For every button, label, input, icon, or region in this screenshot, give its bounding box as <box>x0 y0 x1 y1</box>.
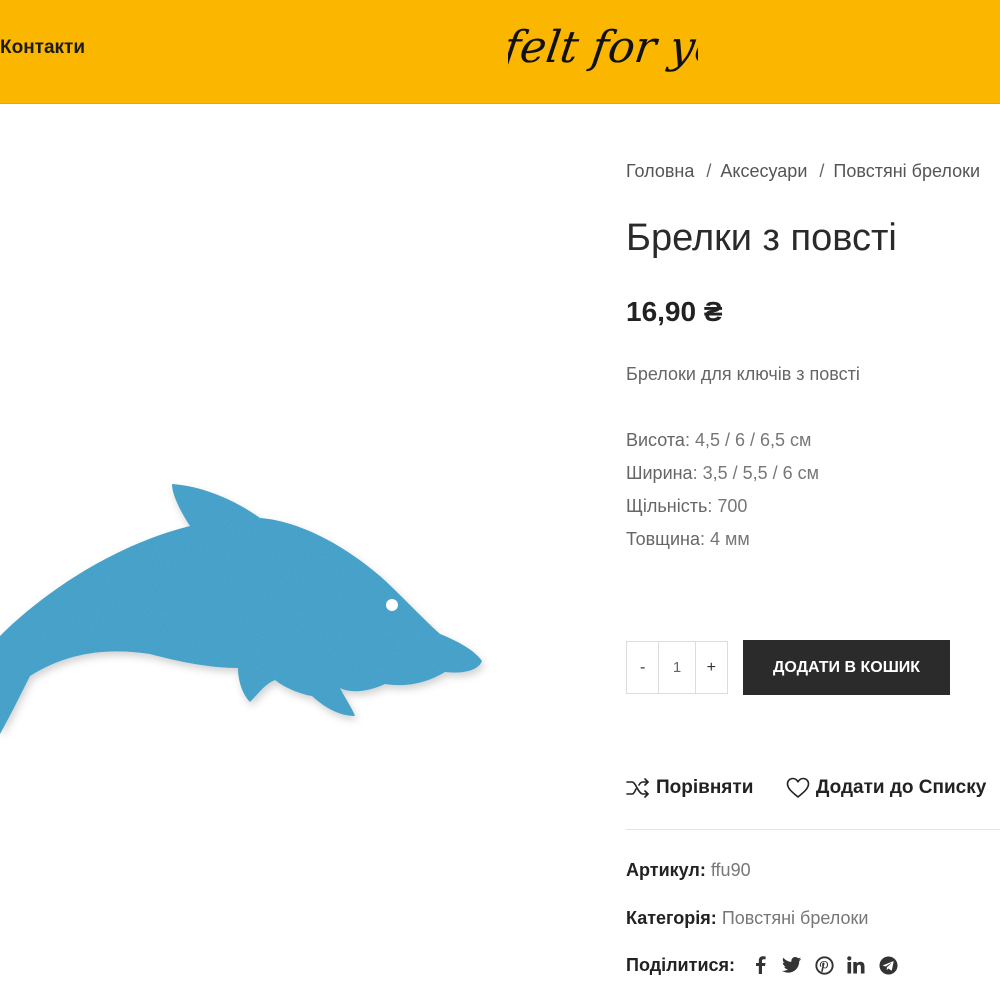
quantity-plus-button[interactable]: + <box>696 642 727 693</box>
product-specs: Висота: 4,5 / 6 / 6,5 см Ширина: 3,5 / 5… <box>626 424 819 556</box>
spec-value: 4 мм <box>710 529 750 549</box>
quantity-stepper: - 1 + <box>626 641 728 694</box>
category-link[interactable]: Повстяні брелоки <box>722 908 869 928</box>
spec-value: 700 <box>717 496 748 516</box>
quantity-minus-button[interactable]: - <box>627 642 658 693</box>
wishlist-label: Додати до Списку <box>815 777 987 798</box>
add-to-cart-button[interactable]: ДОДАТИ В КОШИК <box>743 640 950 695</box>
category-label: Категорія: <box>626 908 717 928</box>
spec-row-thickness: Товщина: 4 мм <box>626 529 750 549</box>
linkedin-icon[interactable] <box>845 954 867 976</box>
nav-link-contacts[interactable]: Контакти <box>0 37 85 59</box>
heart-icon <box>786 777 810 798</box>
breadcrumb-home[interactable]: Головна <box>626 161 694 181</box>
breadcrumb-separator: / <box>819 161 825 181</box>
facebook-icon[interactable] <box>749 954 771 976</box>
spec-value: 3,5 / 5,5 / 6 см <box>702 463 820 483</box>
spec-key: Ширина <box>626 463 693 483</box>
spec-key: Щільність <box>626 496 708 516</box>
add-to-wishlist-button[interactable]: Додати до Списку <box>786 777 986 799</box>
spec-row-density: Щільність: 700 <box>626 496 748 516</box>
sku-value: ffu90 <box>710 860 751 880</box>
quantity-input[interactable]: 1 <box>658 642 696 693</box>
product-price: 16,90 ₴ <box>626 296 723 327</box>
breadcrumb-felt-keychains[interactable]: Повстяні брелоки <box>833 161 980 181</box>
spec-key: Товщина <box>626 529 700 549</box>
spec-key: Висота <box>626 430 685 450</box>
product-summary: Головна / Аксесуари / Повстяні брелоки Брелк… <box>626 0 1000 1000</box>
spec-row-width: Ширина: 3,5 / 5,5 / 6 см <box>626 463 820 483</box>
breadcrumb-accessories[interactable]: Аксесуари <box>720 161 807 181</box>
pinterest-icon[interactable] <box>813 954 835 976</box>
product-actions: Порівняти Додати до Списку <box>626 777 1000 807</box>
telegram-icon[interactable] <box>877 954 899 976</box>
product-sku: Артикул: ffu90 <box>626 860 751 881</box>
product-image[interactable] <box>0 276 582 1000</box>
product-category: Категорія: Повстяні брелоки <box>626 908 868 929</box>
twitter-icon[interactable] <box>781 954 803 976</box>
shuffle-icon <box>626 778 649 798</box>
divider <box>626 829 1000 830</box>
compare-label: Порівняти <box>656 777 754 798</box>
compare-button[interactable]: Порівняти <box>626 777 753 799</box>
dolphin-keychain-icon <box>0 484 482 734</box>
share-row: Поділитися: <box>626 954 909 976</box>
product-title: Брелки з повсті <box>626 217 897 259</box>
spec-value: 4,5 / 6 / 6,5 см <box>694 430 812 450</box>
spec-row-height: Висота: 4,5 / 6 / 6,5 см <box>626 430 812 450</box>
breadcrumb: Головна / Аксесуари / Повстяні брелоки <box>626 161 980 182</box>
product-short-description: Брелоки для ключів з повсті <box>626 364 860 384</box>
sku-label: Артикул: <box>626 860 706 880</box>
share-label: Поділитися: <box>626 954 736 975</box>
breadcrumb-separator: / <box>706 161 712 181</box>
